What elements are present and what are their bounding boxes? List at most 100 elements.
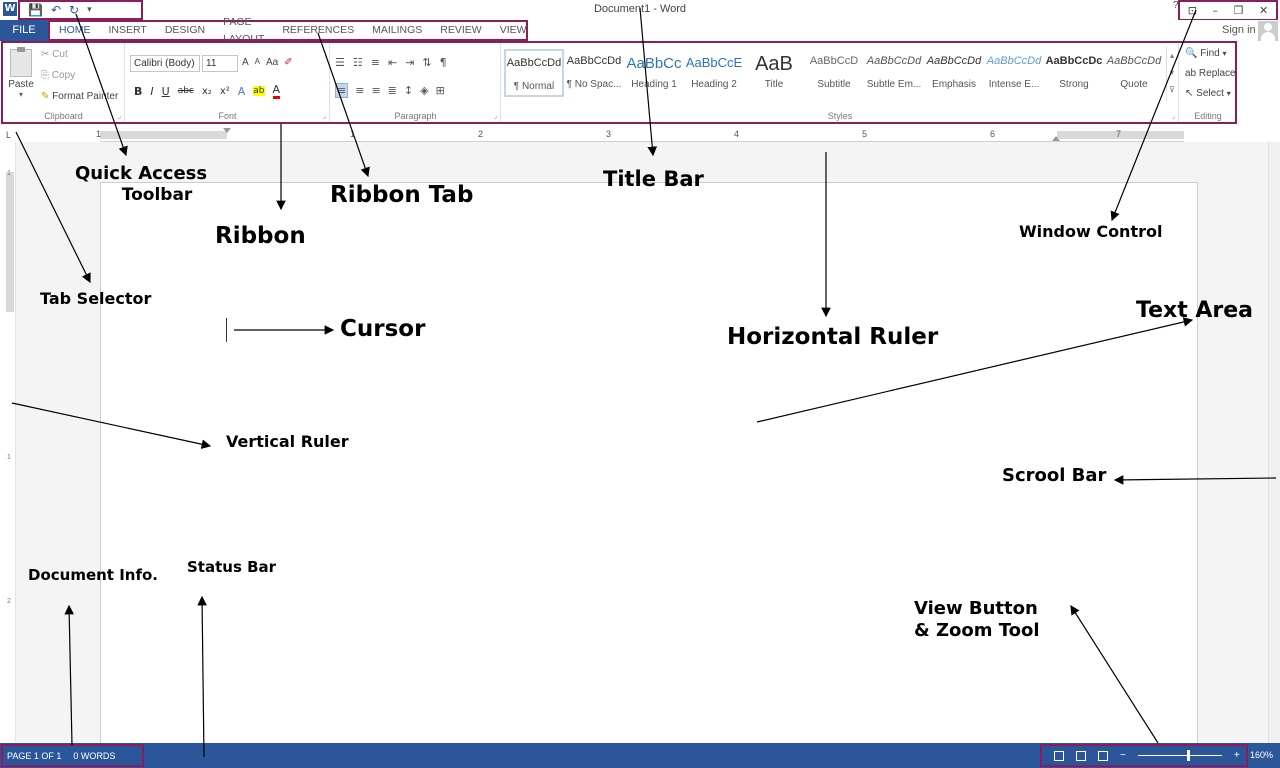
style-title[interactable]: AaB Title xyxy=(744,49,804,97)
first-line-indent-icon[interactable] xyxy=(223,128,231,133)
word-app-icon[interactable]: W xyxy=(3,2,17,16)
label-tab-selector: Tab Selector xyxy=(40,289,151,308)
web-layout-icon[interactable] xyxy=(1098,751,1108,761)
sign-in-link[interactable]: Sign in xyxy=(1222,24,1256,36)
replace-button[interactable]: ab Replace xyxy=(1185,68,1236,79)
tab-review[interactable]: REVIEW xyxy=(431,22,490,39)
tab-insert[interactable]: INSERT xyxy=(100,22,156,39)
find-button[interactable]: 🔍 Find ▾ xyxy=(1185,48,1226,59)
strikethrough-button[interactable]: abc xyxy=(178,86,194,96)
style-intense-emphasis[interactable]: AaBbCcDd Intense E... xyxy=(984,49,1044,97)
italic-button[interactable]: I xyxy=(150,85,153,98)
zoom-level[interactable]: 160% xyxy=(1250,750,1273,760)
horizontal-ruler[interactable]: 1 1 2 3 4 5 6 7 xyxy=(100,128,1184,142)
zoom-in-button[interactable]: + xyxy=(1234,750,1240,761)
align-left-icon[interactable]: ≡ xyxy=(335,83,348,98)
ruler-number: 1 xyxy=(7,170,11,177)
redo-icon[interactable]: ↻ xyxy=(69,4,79,16)
shading-icon[interactable]: ◈ xyxy=(420,84,428,97)
label-horizontal-ruler: Horizontal Ruler xyxy=(727,324,938,352)
ruler-number: 1 xyxy=(350,129,355,139)
multilevel-list-icon[interactable]: ≡ xyxy=(371,56,380,69)
increase-indent-icon[interactable]: ⇥ xyxy=(405,56,414,69)
text-effects-button[interactable]: A xyxy=(238,85,246,98)
font-name-select[interactable]: Calibri (Body) xyxy=(130,55,200,72)
title-bar: W 💾 ↶ ↻ ▾ Document1 - Word ? ⊡ – ❐ ✕ xyxy=(0,0,1280,20)
print-layout-icon[interactable] xyxy=(1076,751,1086,761)
tab-references[interactable]: REFERENCES xyxy=(273,22,363,39)
clipboard-label: Clipboard xyxy=(3,111,124,121)
format-painter-button[interactable]: ✎ Format Painter xyxy=(41,91,118,102)
style-normal[interactable]: AaBbCcDd ¶ Normal xyxy=(504,49,564,97)
style-heading-2[interactable]: AaBbCcE Heading 2 xyxy=(684,49,744,97)
word-count[interactable]: 0 WORDS xyxy=(73,751,115,761)
editing-label: Editing xyxy=(1180,111,1236,121)
font-size-select[interactable]: 11 xyxy=(202,55,238,72)
cut-button[interactable]: ✂ Cut xyxy=(41,49,68,60)
dialog-launcher-icon[interactable]: ⌟ xyxy=(118,112,121,120)
zoom-slider[interactable] xyxy=(1138,755,1222,756)
align-center-icon[interactable]: ≡ xyxy=(355,84,364,97)
paste-icon xyxy=(10,49,32,77)
customize-icon[interactable]: ▾ xyxy=(87,6,92,15)
line-spacing-icon[interactable]: ↕ xyxy=(404,84,413,97)
style-no-spacing[interactable]: AaBbCcDd ¶ No Spac... xyxy=(564,49,624,97)
ribbon-display-icon[interactable]: ⊡ xyxy=(1188,4,1197,17)
zoom-slider-thumb[interactable] xyxy=(1187,750,1190,761)
copy-button[interactable]: ⎘ Copy xyxy=(41,70,75,81)
numbering-icon[interactable]: ☷ xyxy=(353,56,363,69)
dialog-launcher-icon[interactable]: ⌟ xyxy=(323,112,326,120)
superscript-button[interactable]: x² xyxy=(220,86,230,97)
change-case-button[interactable]: Aa xyxy=(266,57,278,68)
subscript-button[interactable]: x₂ xyxy=(202,86,212,97)
zoom-out-button[interactable]: − xyxy=(1120,750,1126,761)
ruler-number: 1 xyxy=(7,454,11,461)
vertical-ruler[interactable]: 1 1 2 xyxy=(4,142,16,742)
highlight-button[interactable]: ab xyxy=(253,86,264,96)
vertical-scrollbar[interactable] xyxy=(1268,142,1280,743)
style-emphasis[interactable]: AaBbCcDd Emphasis xyxy=(924,49,984,97)
brush-icon: ✎ xyxy=(41,91,49,102)
user-avatar-icon[interactable] xyxy=(1258,21,1278,41)
style-heading-1[interactable]: AaBbCc Heading 1 xyxy=(624,49,684,97)
style-strong[interactable]: AaBbCcDc Strong xyxy=(1044,49,1104,97)
chevron-down-icon: ▾ xyxy=(1227,89,1231,98)
styles-group: AaBbCcDd ¶ Normal AaBbCcDd ¶ No Spac... … xyxy=(502,43,1179,122)
ruler-number: 2 xyxy=(7,598,11,605)
dialog-launcher-icon[interactable]: ⌟ xyxy=(494,112,497,120)
grow-font-button[interactable]: A xyxy=(242,57,249,68)
tab-file[interactable]: FILE xyxy=(0,20,48,41)
tab-mailings[interactable]: MAILINGS xyxy=(363,22,431,39)
styles-scroll[interactable]: ▴▾⊽ xyxy=(1166,47,1177,101)
minimize-icon[interactable]: – xyxy=(1213,4,1219,17)
select-button[interactable]: ↖ Select ▾ xyxy=(1185,88,1231,99)
paste-button[interactable]: Paste ▾ xyxy=(7,49,35,99)
bullets-icon[interactable]: ☰ xyxy=(335,56,345,69)
sort-icon[interactable]: ⇅ xyxy=(422,56,431,69)
tab-design[interactable]: DESIGN xyxy=(156,22,214,39)
style-quote[interactable]: AaBbCcDd Quote xyxy=(1104,49,1164,97)
tab-home[interactable]: HOME xyxy=(50,22,100,39)
tab-selector[interactable]: L xyxy=(6,130,16,140)
align-right-icon[interactable]: ≡ xyxy=(371,84,380,97)
shrink-font-button[interactable]: A xyxy=(255,57,260,68)
bold-button[interactable]: B xyxy=(134,85,142,98)
style-subtle-emphasis[interactable]: AaBbCcDd Subtle Em... xyxy=(864,49,924,97)
undo-icon[interactable]: ↶ xyxy=(51,4,61,16)
read-mode-icon[interactable] xyxy=(1054,751,1064,761)
font-color-button[interactable]: A xyxy=(273,83,281,99)
restore-icon[interactable]: ❐ xyxy=(1234,4,1244,17)
close-icon[interactable]: ✕ xyxy=(1259,4,1268,17)
clear-formatting-button[interactable]: ✐ xyxy=(284,57,292,68)
justify-icon[interactable]: ≣ xyxy=(388,84,397,97)
page-count[interactable]: PAGE 1 OF 1 xyxy=(7,751,61,761)
tab-view[interactable]: VIEW xyxy=(491,22,536,39)
borders-icon[interactable]: ⊞ xyxy=(436,84,445,97)
decrease-indent-icon[interactable]: ⇤ xyxy=(388,56,397,69)
underline-button[interactable]: U xyxy=(162,85,170,98)
save-icon[interactable]: 💾 xyxy=(28,4,43,16)
dialog-launcher-icon[interactable]: ⌟ xyxy=(1172,112,1175,120)
right-indent-icon[interactable] xyxy=(1052,136,1060,141)
style-subtitle[interactable]: AaBbCcD Subtitle xyxy=(804,49,864,97)
pilcrow-icon[interactable]: ¶ xyxy=(440,56,447,69)
